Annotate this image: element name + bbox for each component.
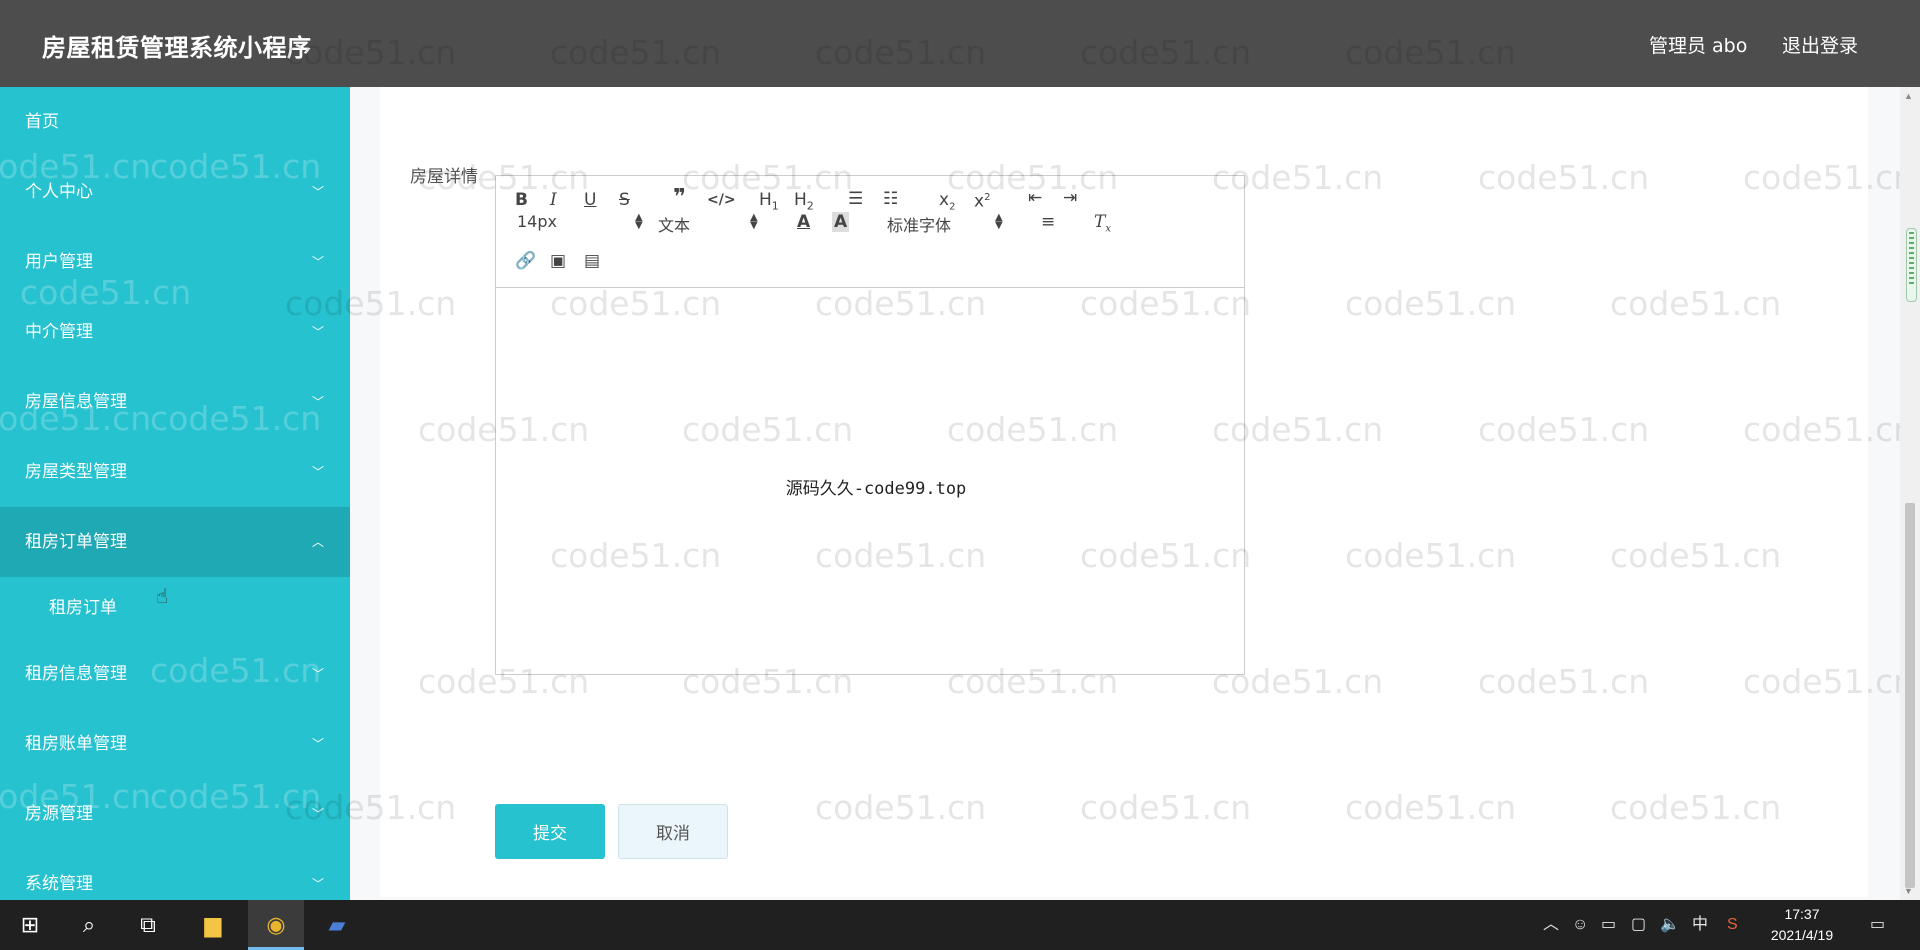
sidebar-item-rental-order-management[interactable]: 租房订单管理 ︿ [0, 507, 350, 577]
text-type-value: 文本 [658, 216, 691, 235]
bold-button[interactable]: B [515, 190, 528, 210]
logout-link[interactable]: 退出登录 [1782, 31, 1858, 58]
select-arrows-icon: ▲ ▼ [635, 212, 643, 231]
font-family-value: 标准字体 [887, 216, 952, 235]
sidebar-item-label: 租房账单管理 [25, 734, 127, 754]
editor-content-area[interactable]: 源码久久-code99.top [496, 288, 1244, 674]
scroll-down-arrow-icon[interactable]: ▼ [1904, 886, 1913, 896]
sidebar-subitem-rental-order[interactable]: 租房订单 [0, 577, 350, 639]
ordered-list-icon[interactable]: ☰ [848, 189, 863, 209]
chevron-down-icon: ﹀ [311, 185, 324, 199]
chevron-down-icon: ﹀ [311, 465, 324, 479]
page-scrollbar[interactable]: ▲ ▼ [1900, 87, 1920, 900]
chevron-down-icon: ﹀ [311, 807, 324, 821]
outdent-icon[interactable]: ⇤ [1028, 188, 1042, 208]
chevron-down-icon: ﹀ [311, 255, 324, 269]
sidebar-item-label: 房源管理 [25, 804, 93, 824]
sidebar-item-house-type-management[interactable]: 房屋类型管理 ﹀ [0, 437, 350, 507]
clear-format-icon[interactable]: Tx [1094, 212, 1111, 239]
chevron-up-icon: ︿ [311, 535, 324, 549]
chevron-down-icon: ﹀ [311, 325, 324, 339]
align-left-icon[interactable]: ≡ [1041, 212, 1055, 232]
sidebar-item-label: 租房信息管理 [25, 664, 127, 684]
battery-icon[interactable]: ▭ [1601, 900, 1616, 950]
video-icon[interactable]: ▤ [584, 251, 600, 271]
heading1-button[interactable]: H1 [759, 190, 779, 216]
task-view-icon[interactable]: ⧉ [120, 900, 176, 950]
select-arrows-icon: ▲ ▼ [750, 212, 758, 231]
indent-icon[interactable]: ⇥ [1063, 188, 1077, 208]
clock-time: 17:37 [1784, 906, 1820, 922]
editor-content-text: 源码久久-code99.top [785, 479, 967, 499]
windows-taskbar: ⊞ ⌕ ⧉ ▆ ◉ ▰ ︿ ☺ ▭ ▢ 🔈 中 S 17:37 2021/4/1… [0, 900, 1920, 950]
chevron-down-icon: ﹀ [311, 737, 324, 751]
sidebar-item-label: 用户管理 [25, 252, 93, 272]
notification-center-icon[interactable]: ▭ [1870, 900, 1885, 950]
underline-button[interactable]: U [584, 190, 596, 210]
tray-expand-icon[interactable]: ︿ [1543, 900, 1559, 950]
code-block-icon[interactable]: </> [707, 190, 736, 210]
sidebar-item-personal-center[interactable]: 个人中心 ﹀ [0, 157, 350, 227]
top-header: 房屋租赁管理系统小程序 管理员 abo 退出登录 [0, 0, 1920, 87]
chevron-down-icon: ﹀ [311, 877, 324, 891]
italic-button[interactable]: I [550, 190, 557, 210]
image-icon[interactable]: ▣ [550, 251, 566, 271]
word-icon[interactable]: ▰ [309, 900, 365, 950]
sidebar-item-rental-bill-management[interactable]: 租房账单管理 ﹀ [0, 709, 350, 779]
sidebar-item-house-info-management[interactable]: 房屋信息管理 ﹀ [0, 367, 350, 437]
sidebar-item-label: 首页 [25, 112, 59, 132]
sidebar-item-label: 系统管理 [25, 874, 93, 894]
network-icon[interactable]: ▢ [1631, 900, 1646, 950]
admin-user-label: 管理员 abo [1649, 35, 1748, 57]
link-icon[interactable]: 🔗 [515, 251, 536, 271]
background-color-icon[interactable]: A [832, 212, 850, 232]
sidebar-item-label: 房屋类型管理 [25, 462, 127, 482]
font-family-select[interactable]: 标准字体 ▲ ▼ [887, 212, 1003, 236]
scrollbar-thumb[interactable] [1905, 503, 1915, 888]
font-size-select[interactable]: 14px ▲ ▼ [517, 212, 643, 231]
house-detail-label: 房屋详情 [410, 167, 478, 187]
quote-icon[interactable]: ❞ [673, 187, 686, 209]
submit-button[interactable]: 提交 [495, 804, 605, 859]
sidebar-item-label: 租房订单管理 [25, 532, 127, 552]
superscript-button[interactable]: x2 [974, 188, 990, 212]
sidebar-item-home[interactable]: 首页 [0, 87, 350, 157]
sidebar-item-agent-management[interactable]: 中介管理 ﹀ [0, 297, 350, 367]
select-arrows-icon: ▲ ▼ [995, 212, 1003, 231]
cancel-button[interactable]: 取消 [618, 804, 728, 859]
rich-text-editor: B I U S ❞ </> H1 H2 ☰ ☷ x2 x2 ⇤ ⇥ 14px ▲… [495, 175, 1245, 675]
chevron-down-icon: ﹀ [311, 667, 324, 681]
volume-icon[interactable]: 🔈 [1660, 900, 1680, 950]
clock-date: 2021/4/19 [1770, 927, 1834, 943]
font-size-value: 14px [517, 212, 557, 231]
floating-side-tab[interactable] [1906, 228, 1917, 302]
sidebar-item-system-management[interactable]: 系统管理 ﹀ [0, 849, 350, 900]
sogou-ime-icon[interactable]: S [1727, 900, 1738, 950]
app-title: 房屋租赁管理系统小程序 [42, 34, 312, 62]
ime-indicator[interactable]: 中 [1692, 900, 1708, 950]
sidebar-menu: 首页 个人中心 ﹀ 用户管理 ﹀ 中介管理 ﹀ 房屋信息管理 ﹀ 房屋类型管理 ﹀ 租房订… [0, 87, 350, 900]
windows-start-icon[interactable]: ⊞ [2, 900, 58, 950]
sidebar-item-rental-info-management[interactable]: 租房信息管理 ﹀ [0, 639, 350, 709]
sidebar-item-property-management[interactable]: 房源管理 ﹀ [0, 779, 350, 849]
sidebar-item-label: 中介管理 [25, 322, 93, 342]
hand-cursor-icon: ☝ [156, 586, 169, 608]
scroll-up-arrow-icon[interactable]: ▲ [1904, 91, 1913, 101]
taskbar-clock[interactable]: 17:37 2021/4/19 [1762, 904, 1842, 946]
qq-tray-icon[interactable]: ☺ [1572, 900, 1588, 950]
sidebar-item-label: 房屋信息管理 [25, 392, 127, 412]
file-explorer-icon[interactable]: ▆ [185, 900, 241, 950]
search-icon[interactable]: ⌕ [61, 900, 117, 950]
editor-toolbar: B I U S ❞ </> H1 H2 ☰ ☷ x2 x2 ⇤ ⇥ 14px ▲… [496, 176, 1244, 288]
font-color-icon[interactable]: A [797, 212, 810, 232]
sidebar-item-label: 个人中心 [25, 182, 93, 202]
chrome-icon[interactable]: ◉ [248, 900, 304, 950]
chevron-down-icon: ﹀ [311, 395, 324, 409]
text-type-select[interactable]: 文本 ▲ ▼ [658, 212, 758, 236]
bullet-list-icon[interactable]: ☷ [883, 189, 898, 209]
sidebar-item-user-management[interactable]: 用户管理 ﹀ [0, 227, 350, 297]
strikethrough-button[interactable]: S [619, 190, 630, 210]
